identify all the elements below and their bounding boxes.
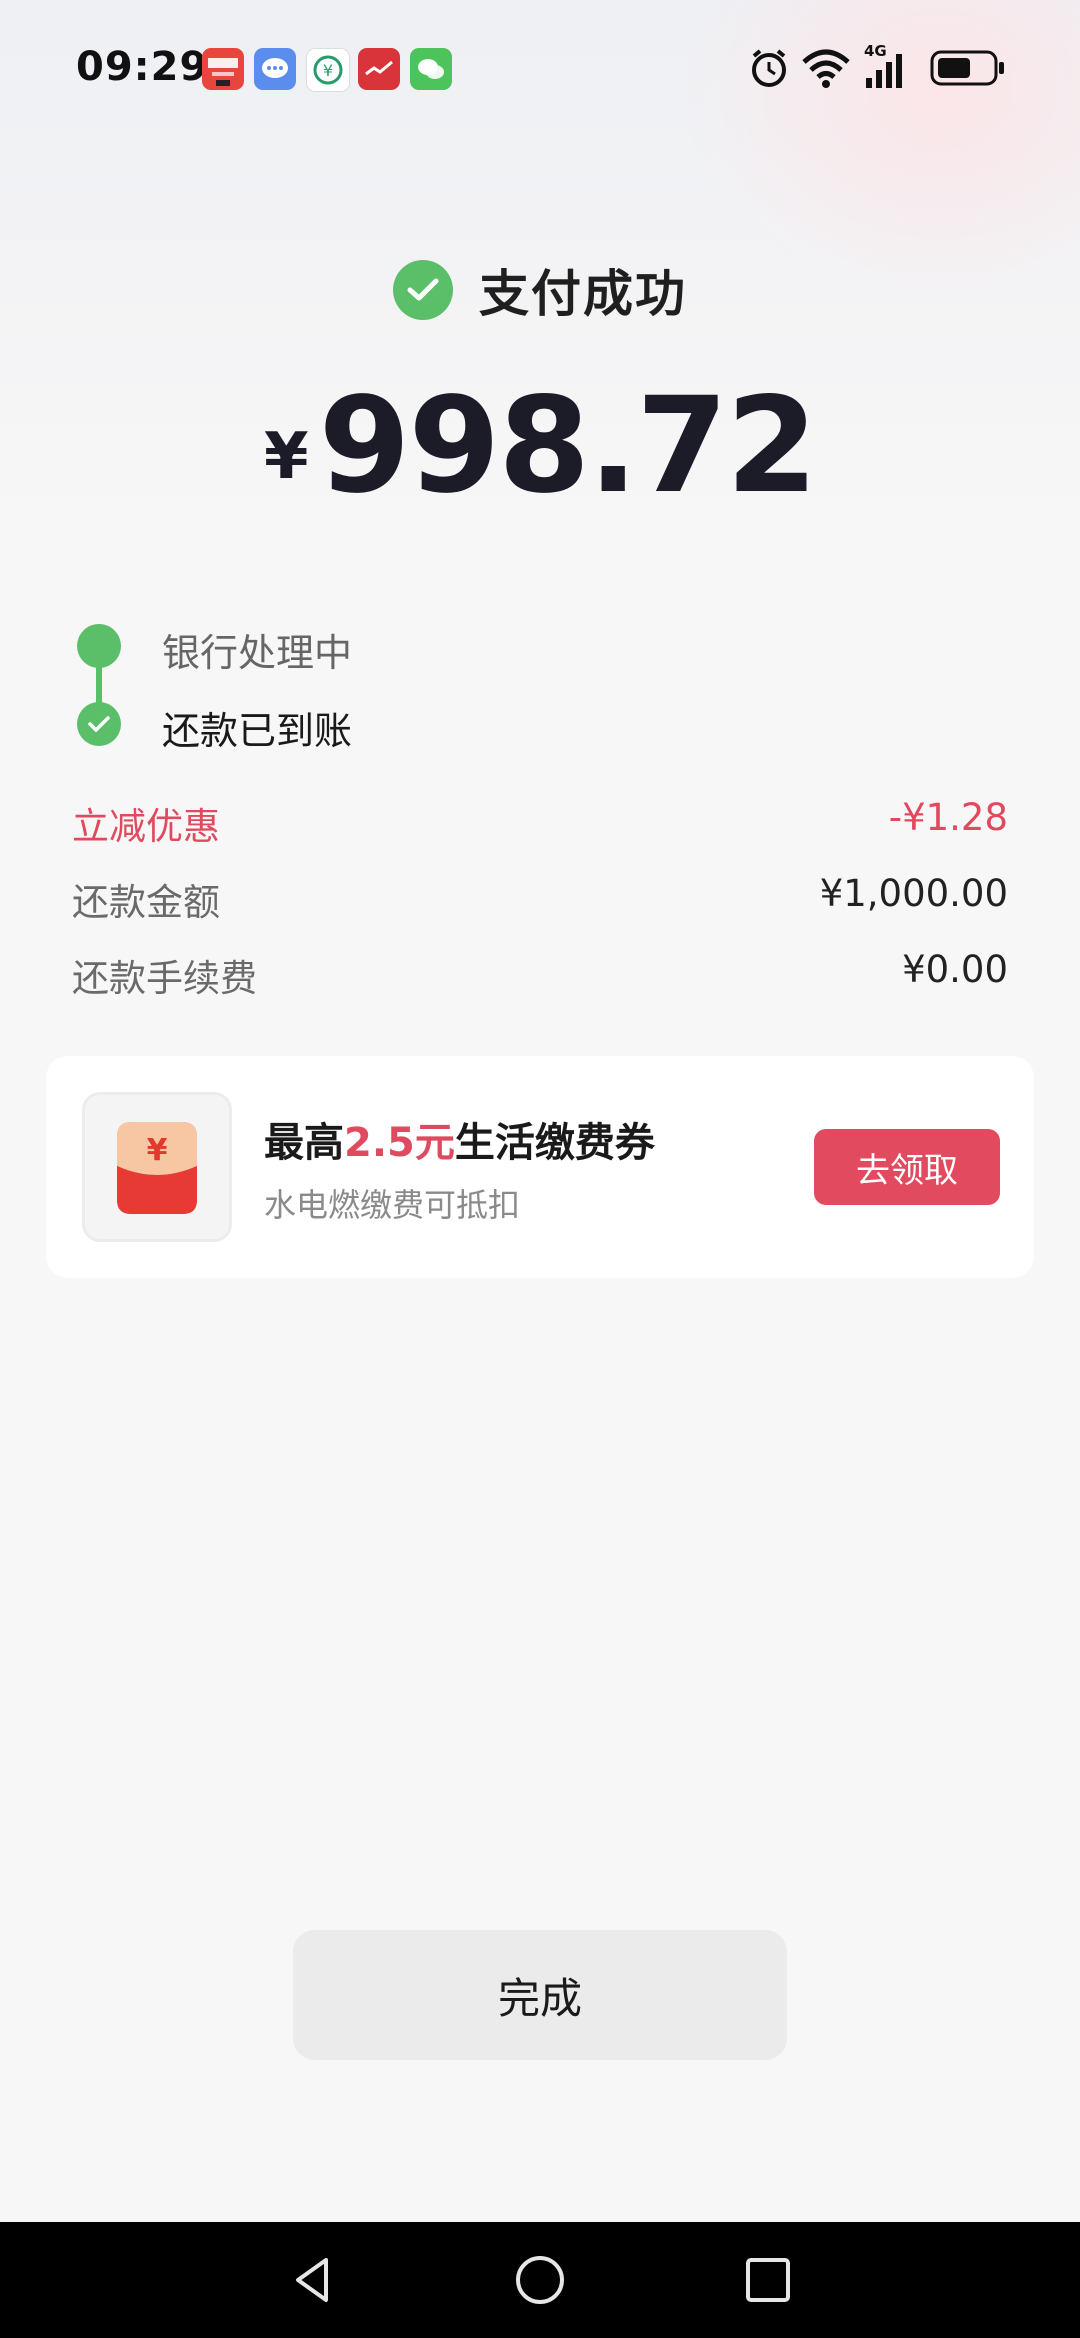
home-icon[interactable] — [510, 2250, 570, 2310]
step-dot-pending — [77, 624, 121, 668]
system-navigation-bar — [0, 2222, 1080, 2338]
pay-app-icon — [202, 48, 244, 90]
wechat-icon — [410, 48, 452, 90]
network-label: 4G — [864, 42, 887, 60]
payment-amount: ¥ 998.72 — [0, 380, 1080, 512]
step-label: 银行处理中 — [162, 631, 353, 675]
detail-value: ¥0.00 — [902, 948, 1008, 991]
red-envelope-icon: ¥ — [82, 1092, 232, 1242]
promo-title: 最高2.5元生活缴费券 — [264, 1110, 655, 1168]
promo-icon-symbol: ¥ — [147, 1133, 168, 1168]
promo-subtitle: 水电燃缴费可抵扣 — [264, 1186, 521, 1224]
wifi-icon — [802, 49, 850, 88]
detail-label: 立减优惠 — [72, 805, 220, 848]
done-button[interactable]: 完成 — [293, 1930, 787, 2060]
alarm-icon — [752, 49, 786, 87]
promo-card[interactable]: ¥ 最高2.5元生活缴费券 水电燃缴费可抵扣 去领取 — [46, 1056, 1034, 1278]
detail-value: ¥1,000.00 — [819, 872, 1008, 915]
message-icon — [254, 48, 296, 90]
amount-value: 998.72 — [318, 369, 818, 523]
detail-row-discount: 立减优惠 -¥1.28 — [72, 796, 1008, 850]
battery-icon — [930, 50, 1004, 86]
step-label: 还款已到账 — [162, 709, 353, 753]
detail-label: 还款手续费 — [72, 957, 257, 1000]
detail-row-fee: 还款手续费 ¥0.00 — [72, 948, 1008, 1002]
signal-4g-icon: 4G — [862, 40, 918, 96]
bank-app-icon: ¥ — [306, 48, 350, 92]
status-time: 09:29 — [76, 44, 209, 90]
detail-value: -¥1.28 — [888, 796, 1008, 839]
detail-label: 还款金额 — [72, 881, 220, 924]
success-check-icon — [393, 260, 453, 320]
currency-symbol: ¥ — [264, 420, 309, 494]
svg-text:¥: ¥ — [323, 61, 333, 80]
claim-coupon-button[interactable]: 去领取 — [814, 1129, 1000, 1205]
status-bar: 09:29 ¥ 4G — [0, 0, 1080, 140]
page-title: 支付成功 — [479, 265, 687, 323]
red-app-icon — [358, 48, 400, 90]
detail-row-repay-amount: 还款金额 ¥1,000.00 — [72, 872, 1008, 926]
step-check-icon — [77, 702, 121, 746]
back-icon[interactable] — [284, 2250, 344, 2310]
payment-success-header: 支付成功 — [0, 250, 1080, 330]
promo-title-prefix: 最高 — [264, 1120, 344, 1166]
recent-apps-icon[interactable] — [738, 2250, 798, 2310]
promo-title-highlight: 2.5元 — [344, 1120, 455, 1166]
promo-title-suffix: 生活缴费券 — [454, 1120, 655, 1166]
